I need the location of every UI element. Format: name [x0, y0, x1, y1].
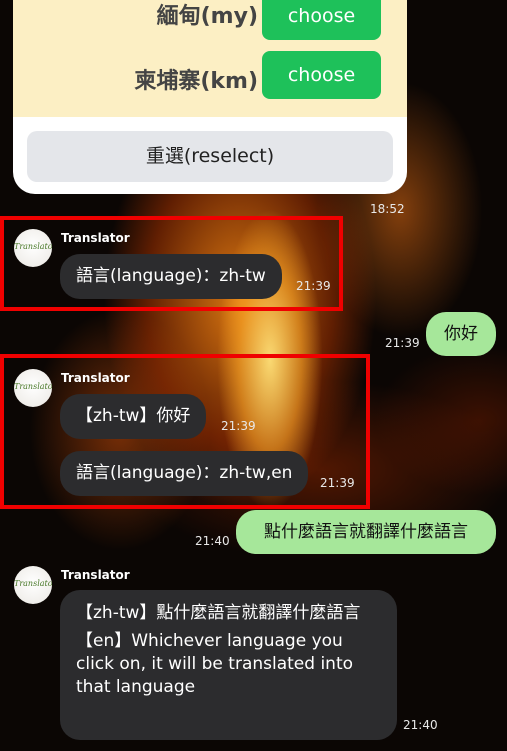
reselect-button[interactable]: 重選(reselect)	[27, 131, 393, 182]
avatar-logo-text: Translator	[14, 579, 52, 588]
choose-km-button[interactable]: choose	[262, 51, 381, 99]
language-row-my: 緬甸(my) choose	[13, 0, 407, 48]
highlight-box	[0, 216, 343, 311]
language-picker-card: 緬甸(my) choose 柬埔寨(km) choose 重選(reselect…	[13, 0, 407, 194]
message-time: 21:40	[195, 534, 230, 548]
highlight-box	[0, 354, 370, 509]
chat-screen: 緬甸(my) choose 柬埔寨(km) choose 重選(reselect…	[0, 0, 507, 751]
choose-my-button[interactable]: choose	[262, 0, 381, 40]
language-label-my: 緬甸(my)	[156, 4, 258, 29]
translation-en-text: 【en】Whichever language you click on, it …	[76, 631, 354, 697]
message-time: 21:39	[385, 336, 420, 350]
sender-name: Translator	[61, 568, 130, 582]
translator-avatar[interactable]: Translator	[14, 566, 52, 604]
outgoing-message-bubble[interactable]: 點什麼語言就翻譯什麼語言	[236, 510, 496, 554]
message-time: 21:40	[403, 718, 438, 732]
language-options: 緬甸(my) choose 柬埔寨(km) choose	[13, 0, 407, 117]
language-row-km: 柬埔寨(km) choose	[13, 51, 407, 107]
incoming-message-bubble[interactable]: 【zh-tw】點什麼語言就翻譯什麼語言 【en】Whichever langua…	[60, 590, 397, 740]
translation-zh-text: 【zh-tw】點什麼語言就翻譯什麼語言	[76, 603, 361, 623]
message-time: 18:52	[370, 202, 405, 216]
outgoing-message-bubble[interactable]: 你好	[426, 312, 496, 356]
language-label-km: 柬埔寨(km)	[134, 69, 258, 94]
